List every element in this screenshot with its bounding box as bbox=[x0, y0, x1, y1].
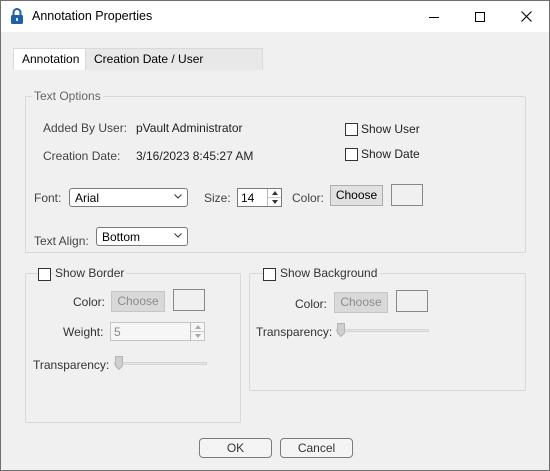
font-value: Arial bbox=[75, 191, 100, 205]
weight-up-button[interactable] bbox=[191, 323, 204, 332]
creation-date-value: 3/16/2023 8:45:27 AM bbox=[136, 149, 254, 163]
text-color-label: Color: bbox=[292, 191, 325, 205]
background-color-label: Color: bbox=[295, 297, 328, 311]
minimize-icon bbox=[429, 16, 439, 18]
size-value: 14 bbox=[241, 191, 255, 205]
show-border-checkbox[interactable] bbox=[38, 268, 51, 281]
size-label: Size: bbox=[204, 191, 231, 205]
text-options-group: Text Options Added By User: pVault Admin… bbox=[25, 89, 526, 253]
show-date-checkbox[interactable] bbox=[345, 148, 358, 161]
close-button[interactable] bbox=[503, 1, 549, 32]
border-group: Show Border Color: Choose Weight: 5 Tran… bbox=[25, 266, 241, 423]
text-color-swatch[interactable] bbox=[391, 184, 423, 206]
slider-thumb-icon[interactable] bbox=[115, 356, 123, 370]
size-stepper[interactable]: 14 bbox=[237, 188, 282, 207]
weight-down-button[interactable] bbox=[191, 332, 204, 340]
border-color-swatch[interactable] bbox=[173, 289, 205, 311]
text-align-value: Bottom bbox=[102, 230, 141, 244]
background-color-choose-button[interactable]: Choose bbox=[334, 292, 388, 313]
show-date-label[interactable]: Show Date bbox=[361, 147, 420, 161]
chevron-down-icon bbox=[174, 194, 182, 199]
background-group: Show Background Color: Choose Transparen… bbox=[249, 266, 526, 391]
border-weight-stepper[interactable]: 5 bbox=[110, 322, 205, 341]
creation-date-label: Creation Date: bbox=[43, 149, 121, 163]
text-color-choose-button[interactable]: Choose bbox=[330, 185, 383, 206]
tab-annotation[interactable]: Annotation bbox=[13, 48, 86, 70]
chevron-down-icon bbox=[271, 200, 278, 204]
border-color-choose-button[interactable]: Choose bbox=[111, 291, 165, 312]
size-down-button[interactable] bbox=[268, 198, 281, 206]
chevron-up-icon bbox=[194, 325, 201, 329]
text-options-label: Text Options bbox=[32, 89, 103, 103]
close-icon bbox=[520, 11, 532, 22]
lock-icon bbox=[10, 8, 24, 25]
border-transparency-label: Transparency: bbox=[33, 358, 110, 372]
chevron-down-icon bbox=[174, 233, 182, 238]
slider-track bbox=[114, 362, 207, 365]
maximize-icon bbox=[475, 11, 485, 22]
background-color-swatch[interactable] bbox=[396, 290, 428, 312]
text-align-label: Text Align: bbox=[34, 234, 89, 248]
border-color-label: Color: bbox=[73, 295, 106, 309]
show-border-label[interactable]: Show Border bbox=[53, 266, 127, 280]
window-title: Annotation Properties bbox=[32, 9, 153, 23]
show-user-label[interactable]: Show User bbox=[361, 122, 420, 136]
tab-creation-date-user-information[interactable]: Creation Date / User Information bbox=[85, 48, 263, 87]
chevron-down-icon bbox=[194, 334, 201, 338]
size-up-button[interactable] bbox=[268, 189, 281, 198]
border-transparency-slider[interactable] bbox=[114, 354, 209, 372]
border-weight-value: 5 bbox=[114, 325, 121, 339]
dialog-client-area: Annotation Creation Date / User Informat… bbox=[1, 32, 549, 470]
tab-panel: Text Options Added By User: pVault Admin… bbox=[13, 70, 539, 423]
show-background-checkbox[interactable] bbox=[263, 268, 276, 281]
size-stepper-buttons bbox=[267, 189, 281, 206]
maximize-button[interactable] bbox=[457, 1, 503, 32]
border-weight-label: Weight: bbox=[63, 325, 104, 339]
cancel-button[interactable]: Cancel bbox=[280, 438, 353, 458]
dialog-window: Annotation Properties Annotation Creatio… bbox=[0, 0, 550, 471]
font-dropdown[interactable]: Arial bbox=[69, 188, 188, 207]
font-label: Font: bbox=[34, 191, 62, 205]
slider-thumb-icon[interactable] bbox=[337, 323, 345, 337]
ok-button[interactable]: OK bbox=[199, 438, 272, 458]
background-transparency-label: Transparency: bbox=[256, 325, 333, 339]
added-by-label: Added By User: bbox=[43, 121, 128, 135]
tab-strip: Annotation Creation Date / User Informat… bbox=[13, 48, 539, 87]
slider-track bbox=[336, 329, 429, 332]
text-align-dropdown[interactable]: Bottom bbox=[96, 227, 188, 246]
border-weight-stepper-buttons bbox=[190, 323, 204, 340]
chevron-up-icon bbox=[271, 191, 278, 195]
minimize-button[interactable] bbox=[411, 1, 457, 32]
added-by-value: pVault Administrator bbox=[136, 121, 243, 135]
background-transparency-slider[interactable] bbox=[336, 321, 431, 339]
show-user-checkbox[interactable] bbox=[345, 123, 358, 136]
title-bar[interactable]: Annotation Properties bbox=[1, 1, 549, 32]
show-background-label[interactable]: Show Background bbox=[278, 266, 380, 280]
